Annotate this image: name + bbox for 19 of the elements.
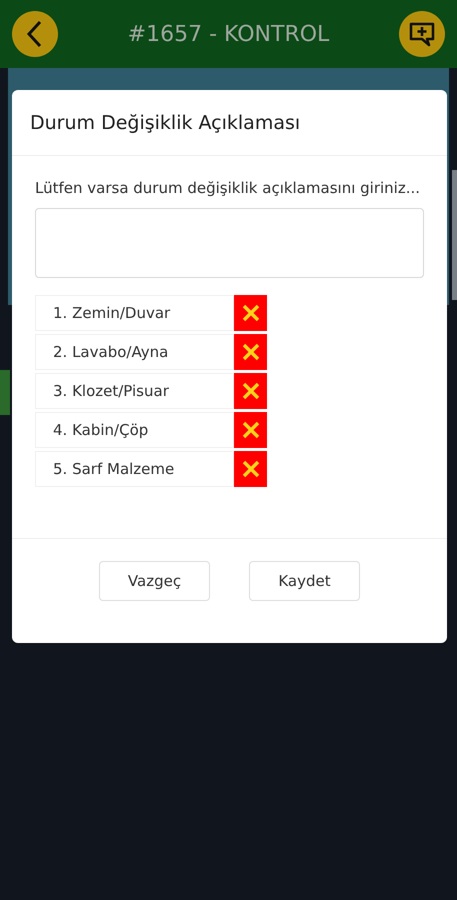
add-comment-button[interactable] xyxy=(399,11,445,57)
page-title: #1657 - KONTROL xyxy=(128,22,330,46)
add-comment-icon xyxy=(408,20,436,48)
item-label: 4. Kabin/Çöp xyxy=(35,412,234,448)
cross-icon[interactable] xyxy=(234,373,267,409)
dialog-title: Durum Değişiklik Açıklaması xyxy=(29,111,302,136)
dialog-button[interactable]: Kaydet xyxy=(249,561,360,601)
cross-icon[interactable] xyxy=(234,451,267,487)
item-label: 1. Zemin/Duvar xyxy=(35,295,234,331)
prompt-text: Lütfen varsa durum değişiklik açıklamasını giriniz... xyxy=(35,178,422,199)
cross-icon[interactable] xyxy=(234,412,267,448)
cross-icon[interactable] xyxy=(234,334,267,370)
cross-icon[interactable] xyxy=(234,295,267,331)
back-button[interactable] xyxy=(12,11,58,57)
dialog-button[interactable]: Vazgeç xyxy=(99,561,210,601)
item-label: 3. Klozet/Pisuar xyxy=(35,373,234,409)
item-label: 2. Lavabo/Ayna xyxy=(35,334,234,370)
item-label: 5. Sarf Malzeme xyxy=(35,451,234,487)
input-field[interactable] xyxy=(35,208,424,278)
